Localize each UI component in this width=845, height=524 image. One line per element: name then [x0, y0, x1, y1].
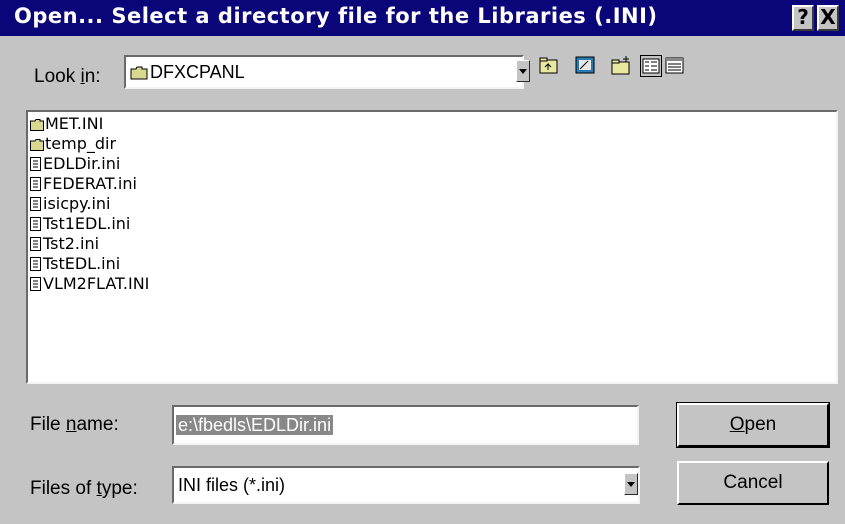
- cancel-button[interactable]: Cancel: [677, 461, 829, 505]
- list-item[interactable]: TstEDL.ini: [30, 254, 120, 275]
- list-item[interactable]: isicpy.ini: [30, 194, 110, 215]
- settings-file-icon: [30, 177, 41, 191]
- file-list[interactable]: MET.INI temp_dir EDLDir.ini FEDERAT.ini …: [26, 110, 838, 384]
- folder-icon: [130, 66, 148, 80]
- settings-file-icon: [30, 237, 41, 251]
- help-icon: ?: [797, 5, 809, 29]
- look-in-label: Look in:: [34, 66, 101, 87]
- list-item[interactable]: Tst2.ini: [30, 234, 99, 255]
- open-dialog: Open... Select a directory file for the …: [0, 0, 845, 524]
- file-name-input[interactable]: e:\fbedls\EDLDir.ini: [172, 405, 639, 445]
- folder-icon: [30, 118, 44, 131]
- up-one-level-button[interactable]: [538, 55, 560, 77]
- list-item[interactable]: temp_dir: [30, 134, 116, 155]
- open-button[interactable]: Open: [676, 402, 830, 448]
- help-button[interactable]: ?: [792, 5, 814, 31]
- list-view-icon: [642, 58, 660, 74]
- details-view-button[interactable]: [664, 55, 686, 77]
- list-view-button[interactable]: [640, 55, 662, 77]
- settings-file-icon: [30, 257, 41, 271]
- list-item[interactable]: MET.INI: [30, 114, 103, 135]
- file-name-value: e:\fbedls\EDLDir.ini: [176, 415, 334, 435]
- desktop-icon: [575, 56, 595, 74]
- files-of-type-value: INI files (*.ini): [178, 475, 286, 495]
- details-view-icon: [665, 57, 684, 74]
- desktop-button[interactable]: [574, 55, 596, 77]
- files-of-type-select[interactable]: INI files (*.ini): [172, 466, 640, 504]
- close-button[interactable]: X: [817, 5, 839, 31]
- files-of-type-dropdown-arrow[interactable]: [624, 473, 638, 495]
- new-folder-icon: [611, 56, 630, 75]
- settings-file-icon: [30, 217, 41, 231]
- settings-file-icon: [30, 197, 41, 211]
- list-item[interactable]: Tst1EDL.ini: [30, 214, 130, 235]
- up-one-level-icon: [539, 57, 558, 74]
- look-in-value: DFXCPANL: [150, 62, 245, 82]
- files-of-type-label: Files of type:: [30, 478, 138, 499]
- list-item[interactable]: EDLDir.ini: [30, 154, 120, 175]
- file-name-label: File name:: [30, 414, 119, 435]
- folder-icon: [30, 138, 44, 151]
- settings-file-icon: [30, 277, 41, 291]
- settings-file-icon: [30, 157, 41, 171]
- list-item[interactable]: VLM2FLAT.INI: [30, 274, 149, 295]
- title-bar[interactable]: Open... Select a directory file for the …: [0, 0, 845, 36]
- close-icon: X: [820, 5, 836, 29]
- look-in-combo[interactable]: DFXCPANL: [124, 55, 524, 89]
- look-in-dropdown-arrow[interactable]: [516, 60, 530, 82]
- dialog-title: Open... Select a directory file for the …: [14, 4, 658, 28]
- list-item[interactable]: FEDERAT.ini: [30, 174, 137, 195]
- new-folder-button[interactable]: [610, 55, 632, 77]
